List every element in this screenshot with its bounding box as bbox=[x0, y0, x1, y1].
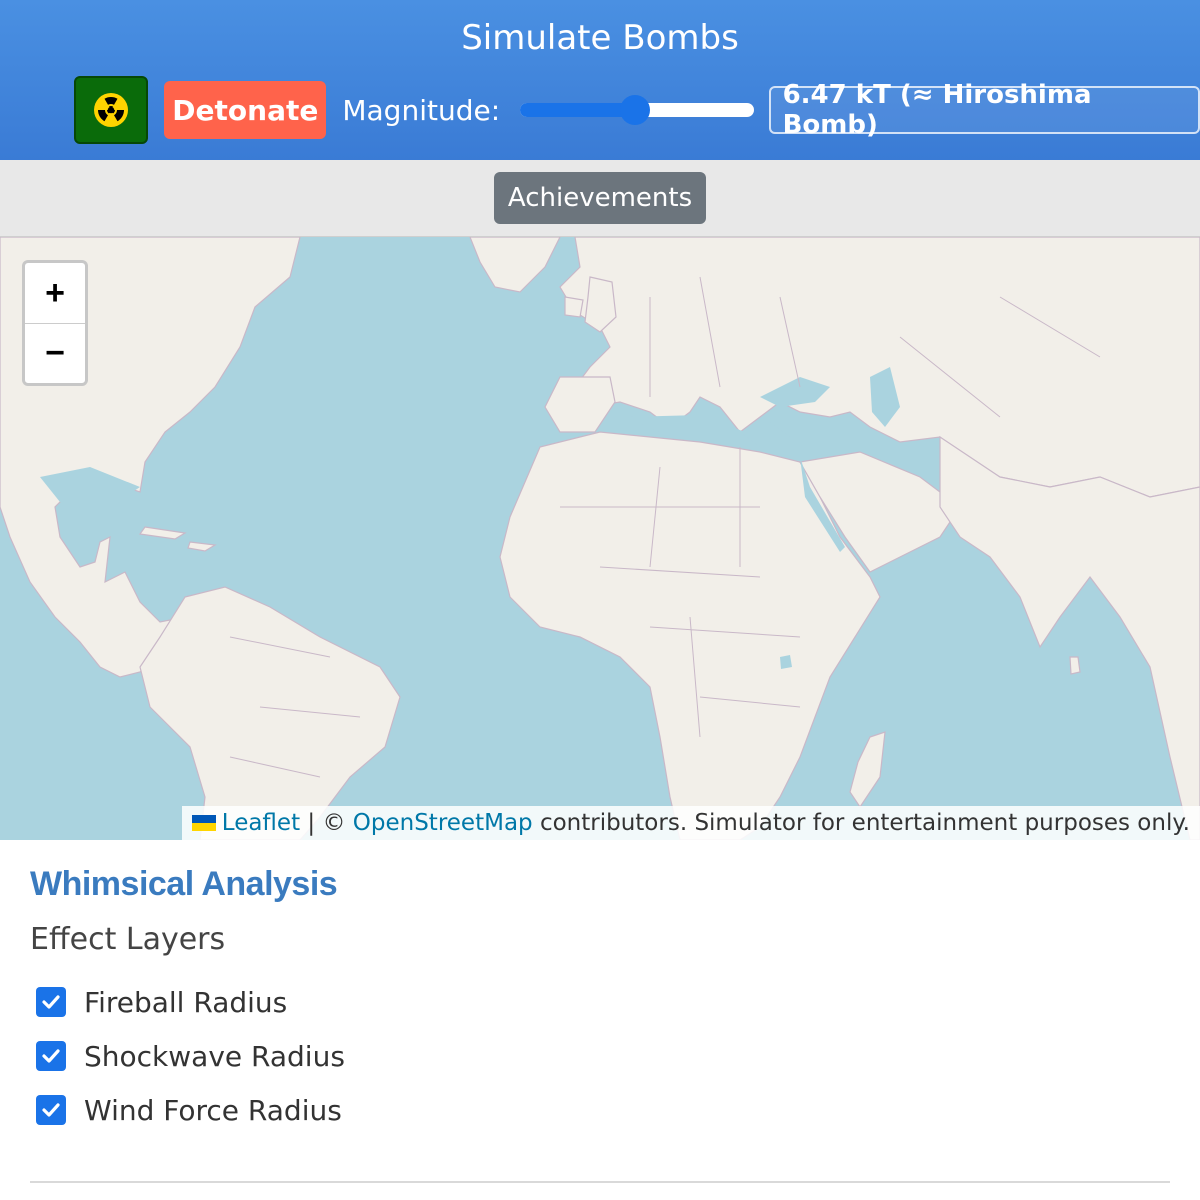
magnitude-slider[interactable] bbox=[520, 95, 755, 125]
zoom-control: + − bbox=[22, 260, 88, 386]
wind-force-label: Wind Force Radius bbox=[84, 1093, 342, 1127]
magnitude-label: Magnitude: bbox=[342, 93, 501, 127]
app-header: Simulate Bombs Detonate Magnitude: 6.47 … bbox=[0, 0, 1200, 160]
section-divider bbox=[30, 1181, 1170, 1183]
analysis-panel: Whimsical Analysis Effect Layers Firebal… bbox=[30, 865, 1170, 1137]
checkmark-icon bbox=[42, 1049, 60, 1063]
attribution-separator: | © bbox=[300, 810, 353, 836]
checkmark-icon bbox=[42, 1103, 60, 1117]
map-tiles bbox=[0, 237, 1200, 840]
zoom-in-button[interactable]: + bbox=[25, 263, 85, 323]
page-title: Simulate Bombs bbox=[461, 18, 739, 58]
ukraine-flag-icon bbox=[191, 815, 216, 831]
leaflet-link[interactable]: Leaflet bbox=[222, 810, 300, 836]
zoom-out-button[interactable]: − bbox=[25, 323, 85, 383]
world-map[interactable]: + − Leaflet | © OpenStreetMap contributo… bbox=[0, 237, 1200, 840]
toolbar: Detonate Magnitude: 6.47 kT (≈ Hiroshima… bbox=[74, 76, 1200, 144]
effect-layer-list: Fireball Radius Shockwave Radius Wind Fo… bbox=[30, 975, 1170, 1137]
fireball-checkbox[interactable] bbox=[36, 987, 66, 1017]
attribution-suffix: contributors. Simulator for entertainmen… bbox=[532, 810, 1190, 836]
osm-link[interactable]: OpenStreetMap bbox=[353, 810, 533, 836]
effect-layers-heading: Effect Layers bbox=[30, 922, 226, 957]
achievements-button[interactable]: Achievements bbox=[494, 172, 706, 224]
fireball-label: Fireball Radius bbox=[84, 985, 288, 1019]
checkmark-icon bbox=[42, 995, 60, 1009]
layer-shockwave[interactable]: Shockwave Radius bbox=[30, 1029, 1170, 1083]
wind-force-checkbox[interactable] bbox=[36, 1095, 66, 1125]
slider-thumb[interactable] bbox=[620, 95, 651, 125]
radiation-icon bbox=[94, 93, 129, 127]
bomb-type-button[interactable] bbox=[74, 76, 149, 144]
map-attribution: Leaflet | © OpenStreetMap contributors. … bbox=[181, 806, 1200, 840]
layer-wind-force[interactable]: Wind Force Radius bbox=[30, 1083, 1170, 1137]
slider-fill bbox=[520, 103, 636, 117]
layer-fireball[interactable]: Fireball Radius bbox=[30, 975, 1170, 1029]
analysis-title: Whimsical Analysis bbox=[30, 865, 338, 903]
detonate-button[interactable]: Detonate bbox=[164, 81, 327, 139]
shockwave-label: Shockwave Radius bbox=[84, 1039, 345, 1073]
shockwave-checkbox[interactable] bbox=[36, 1041, 66, 1071]
yield-readout: 6.47 kT (≈ Hiroshima Bomb) bbox=[768, 80, 1200, 140]
nav-bar: Achievements bbox=[0, 160, 1200, 237]
